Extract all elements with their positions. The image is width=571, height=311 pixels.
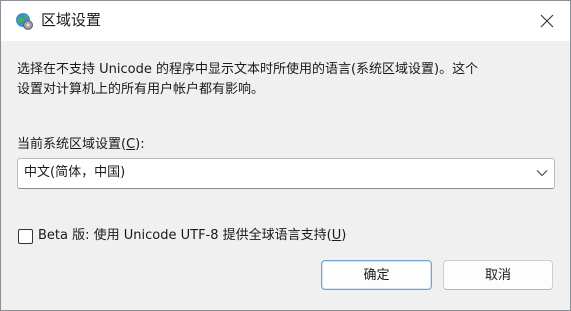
current-locale-label: 当前系统区域设置(C): bbox=[17, 136, 145, 154]
beta-label-suffix: ) bbox=[341, 228, 347, 243]
description-text: 选择在不支持 Unicode 的程序中显示文本时所使用的语言(系统区域设置)。这… bbox=[17, 62, 479, 97]
locale-label-suffix: ): bbox=[135, 137, 145, 152]
beta-label-accelerator: U bbox=[331, 228, 342, 243]
cancel-button[interactable]: 取消 bbox=[443, 260, 553, 290]
close-button[interactable] bbox=[524, 1, 570, 41]
beta-utf8-label: Beta 版: 使用 Unicode UTF-8 提供全球语言支持(U) bbox=[38, 227, 346, 245]
locale-dropdown[interactable]: 中文(简体，中国) bbox=[17, 158, 555, 189]
globe-settings-icon bbox=[14, 11, 34, 31]
locale-selected-value: 中文(简体，中国) bbox=[24, 165, 126, 180]
ok-button[interactable]: 确定 bbox=[321, 260, 432, 290]
close-icon bbox=[540, 14, 554, 28]
beta-label-prefix: Beta 版: 使用 Unicode UTF-8 提供全球语言支持( bbox=[38, 228, 332, 243]
chevron-down-icon bbox=[536, 170, 548, 177]
locale-label-accelerator: C bbox=[126, 137, 136, 152]
region-settings-dialog: 区域设置 选择在不支持 Unicode 的程序中显示文本时所使用的语言(系统区域… bbox=[0, 0, 571, 311]
locale-label-prefix: 当前系统区域设置( bbox=[17, 137, 127, 152]
dialog-content: 选择在不支持 Unicode 的程序中显示文本时所使用的语言(系统区域设置)。这… bbox=[1, 41, 570, 310]
title-bar: 区域设置 bbox=[1, 1, 570, 41]
beta-utf8-checkbox[interactable] bbox=[18, 228, 33, 244]
beta-utf8-option[interactable]: Beta 版: 使用 Unicode UTF-8 提供全球语言支持(U) bbox=[18, 226, 346, 246]
window-title: 区域设置 bbox=[41, 11, 102, 29]
